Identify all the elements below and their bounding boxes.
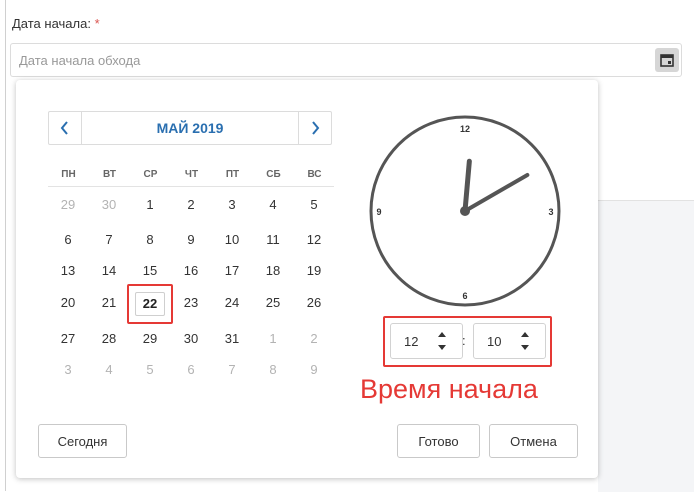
hours-up-icon[interactable] bbox=[438, 332, 446, 337]
done-button[interactable]: Готово bbox=[397, 424, 480, 458]
calendar-day[interactable]: 16 bbox=[176, 260, 206, 282]
month-navigation: МАЙ 2019 bbox=[48, 111, 332, 145]
calendar-day[interactable]: 27 bbox=[53, 328, 83, 350]
weekday-label: СБ bbox=[266, 169, 281, 180]
weekday-label: ПН bbox=[61, 169, 76, 180]
calendar-day[interactable]: 31 bbox=[217, 328, 247, 350]
minutes-up-icon[interactable] bbox=[521, 332, 529, 337]
calendar-day[interactable]: 3 bbox=[53, 359, 83, 381]
weekday-divider bbox=[48, 186, 334, 187]
selected-day-label: 22 bbox=[135, 292, 165, 316]
month-title[interactable]: МАЙ 2019 bbox=[81, 112, 299, 144]
calendar-day[interactable]: 2 bbox=[299, 328, 329, 350]
calendar-day[interactable]: 13 bbox=[53, 260, 83, 282]
start-date-input[interactable]: Дата начала обхода bbox=[10, 43, 682, 77]
start-date-placeholder: Дата начала обхода bbox=[19, 53, 141, 68]
calendar-day[interactable]: 6 bbox=[53, 229, 83, 251]
chevron-left-icon[interactable] bbox=[49, 112, 82, 144]
calendar-icon[interactable] bbox=[655, 48, 679, 72]
calendar-day[interactable]: 7 bbox=[217, 359, 247, 381]
calendar-day-selected[interactable]: 22 bbox=[127, 284, 173, 324]
page-frame-border bbox=[5, 0, 6, 491]
calendar-day[interactable]: 1 bbox=[258, 328, 288, 350]
calendar-day[interactable]: 8 bbox=[258, 359, 288, 381]
required-mark: * bbox=[94, 16, 100, 31]
clock-label-9: 9 bbox=[376, 207, 381, 217]
background-panel bbox=[598, 200, 694, 492]
start-time-caption: Время начала bbox=[360, 374, 538, 404]
start-date-label: Дата начала: * bbox=[12, 16, 100, 31]
calendar-day[interactable]: 28 bbox=[94, 328, 124, 350]
calendar-day[interactable]: 30 bbox=[176, 328, 206, 350]
calendar-day[interactable]: 9 bbox=[299, 359, 329, 381]
hours-value: 12 bbox=[404, 334, 419, 349]
hours-down-icon[interactable] bbox=[438, 345, 446, 350]
calendar-day[interactable]: 1 bbox=[135, 194, 165, 216]
weekday-label: ЧТ bbox=[184, 169, 199, 180]
calendar-day[interactable]: 26 bbox=[299, 292, 329, 314]
calendar-day[interactable]: 20 bbox=[53, 292, 83, 314]
calendar-day[interactable]: 4 bbox=[258, 194, 288, 216]
weekday-label: СР bbox=[143, 169, 158, 180]
calendar-day[interactable]: 5 bbox=[135, 359, 165, 381]
time-separator: : bbox=[462, 333, 466, 348]
weekday-label: ВТ bbox=[103, 169, 116, 180]
calendar-day[interactable]: 7 bbox=[94, 229, 124, 251]
weekday-label: ВС bbox=[307, 169, 322, 180]
calendar-day[interactable]: 11 bbox=[258, 229, 288, 251]
calendar-day[interactable]: 8 bbox=[135, 229, 165, 251]
calendar-day[interactable]: 2 bbox=[176, 194, 206, 216]
calendar-day[interactable]: 6 bbox=[176, 359, 206, 381]
calendar-day[interactable]: 4 bbox=[94, 359, 124, 381]
calendar-day[interactable]: 29 bbox=[135, 328, 165, 350]
calendar-day[interactable]: 3 bbox=[217, 194, 247, 216]
calendar-day[interactable]: 12 bbox=[299, 229, 329, 251]
clock-label-12: 12 bbox=[460, 124, 470, 134]
today-button[interactable]: Сегодня bbox=[38, 424, 127, 458]
clock-center bbox=[460, 206, 470, 216]
calendar-day[interactable]: 29 bbox=[53, 194, 83, 216]
start-date-label-text: Дата начала: bbox=[12, 16, 91, 31]
calendar-day[interactable]: 24 bbox=[217, 292, 247, 314]
calendar-day[interactable]: 21 bbox=[94, 292, 124, 314]
calendar-day[interactable]: 5 bbox=[299, 194, 329, 216]
cancel-button[interactable]: Отмена bbox=[489, 424, 578, 458]
minutes-stepper[interactable]: 10 bbox=[473, 323, 546, 359]
analog-clock: 12 3 6 9 bbox=[369, 115, 561, 307]
calendar-day[interactable]: 23 bbox=[176, 292, 206, 314]
calendar-day[interactable]: 10 bbox=[217, 229, 247, 251]
calendar-day[interactable]: 18 bbox=[258, 260, 288, 282]
hours-stepper[interactable]: 12 bbox=[390, 323, 463, 359]
weekday-label: ПТ bbox=[225, 169, 240, 180]
calendar-day[interactable]: 19 bbox=[299, 260, 329, 282]
calendar-day[interactable]: 17 bbox=[217, 260, 247, 282]
calendar-day[interactable]: 25 bbox=[258, 292, 288, 314]
minutes-value: 10 bbox=[487, 334, 502, 349]
chevron-right-icon[interactable] bbox=[298, 112, 331, 144]
calendar-day[interactable]: 30 bbox=[94, 194, 124, 216]
clock-label-3: 3 bbox=[548, 207, 553, 217]
calendar-day[interactable]: 14 bbox=[94, 260, 124, 282]
calendar-day[interactable]: 15 bbox=[135, 260, 165, 282]
calendar-day[interactable]: 9 bbox=[176, 229, 206, 251]
minutes-down-icon[interactable] bbox=[521, 345, 529, 350]
clock-label-6: 6 bbox=[462, 291, 467, 301]
